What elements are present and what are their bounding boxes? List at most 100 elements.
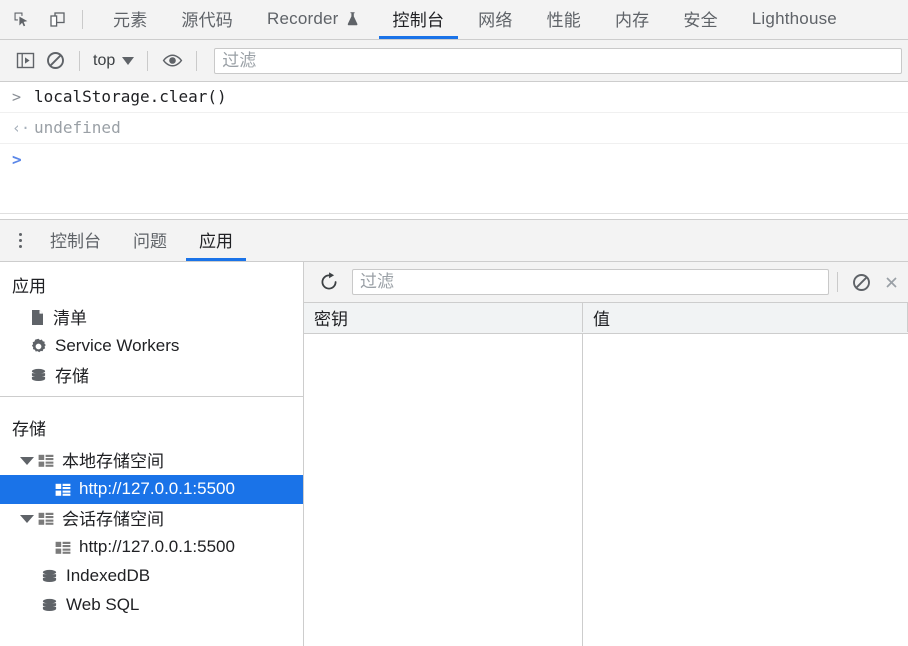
tab-sources[interactable]: 源代码 (164, 0, 250, 39)
storage-grid-icon (55, 483, 71, 497)
toolbar-divider (837, 272, 838, 292)
chevron-down-icon[interactable] (20, 456, 34, 465)
manifest-file-icon (30, 309, 45, 326)
sidebar-section-storage: 存储 本地存储空间 http://127.0.0.1:5500 会话存储空间 h… (0, 397, 303, 620)
sidebar-item-label: http://127.0.0.1:5500 (79, 536, 235, 556)
tab-label: 内存 (614, 11, 650, 30)
sidebar-item-label: 存储 (55, 367, 89, 386)
tab-label: 控制台 (392, 11, 445, 30)
console-message-list: > localStorage.clear() ‹· undefined > (0, 82, 908, 213)
storage-grid-icon (38, 454, 54, 468)
sidebar-item-local-storage-origin[interactable]: http://127.0.0.1:5500 (0, 475, 303, 504)
devtools-drawer: 控制台 问题 应用 应用 清单 Service Workers 存储 存储 本地… (0, 219, 908, 646)
sidebar-section-title: 应用 (12, 277, 46, 296)
devtools-window: 元素 源代码 Recorder 控制台 网络 性能 内存 安全 Lighthou… (0, 0, 908, 646)
toolbar-divider (147, 50, 149, 71)
tab-console[interactable]: 控制台 (376, 0, 462, 39)
console-filter-input[interactable] (214, 47, 902, 74)
chevron-down-icon (122, 56, 135, 65)
devtools-tabs: 元素 源代码 Recorder 控制台 网络 性能 内存 安全 Lighthou… (96, 0, 854, 39)
drawer-tabbar: 控制台 问题 应用 (0, 220, 908, 262)
storage-table: 密钥 值 (304, 302, 908, 646)
refresh-icon[interactable] (314, 267, 344, 297)
database-icon (30, 367, 47, 384)
drawer-tab-issues[interactable]: 问题 (117, 220, 183, 261)
sidebar-item-label: 清单 (53, 309, 87, 328)
execution-context-selector[interactable]: top (89, 52, 138, 70)
tab-label: 源代码 (181, 11, 234, 30)
console-message-text: undefined (34, 118, 121, 137)
console-sidebar-icon[interactable] (10, 46, 40, 76)
storage-panel: 密钥 值 (304, 262, 908, 646)
sidebar-item-label: http://127.0.0.1:5500 (79, 478, 235, 498)
sidebar-item-label: IndexedDB (66, 565, 151, 585)
sidebar-item-websql[interactable]: Web SQL (0, 591, 303, 620)
sidebar-item-storage[interactable]: 存储 (0, 361, 303, 390)
tab-elements[interactable]: 元素 (96, 0, 164, 39)
table-header-key[interactable]: 密钥 (304, 302, 583, 332)
tab-recorder[interactable]: Recorder (250, 0, 376, 39)
drawer-tab-console[interactable]: 控制台 (34, 220, 117, 261)
tab-label: 元素 (113, 11, 148, 30)
sidebar-item-service-workers[interactable]: Service Workers (0, 332, 303, 361)
sidebar-item-manifest[interactable]: 清单 (0, 303, 303, 332)
tab-label: 安全 (683, 11, 718, 30)
table-header-value[interactable]: 值 (583, 302, 908, 332)
sidebar-item-label: Web SQL (66, 594, 140, 614)
table-body[interactable] (304, 334, 908, 646)
chevron-down-icon[interactable] (20, 514, 34, 523)
drawer-content: 应用 清单 Service Workers 存储 存储 本地存储空间 http:… (0, 262, 908, 646)
database-icon (41, 568, 58, 585)
sidebar-item-label: 本地存储空间 (62, 452, 164, 471)
sidebar-item-session-storage[interactable]: 会话存储空间 (0, 504, 303, 533)
delete-selected-icon[interactable] (876, 267, 906, 297)
devtools-toolbar-icons (0, 0, 96, 39)
console-message-text: localStorage.clear() (34, 87, 227, 106)
more-tabs-icon[interactable] (0, 220, 34, 261)
execution-context-value: top (93, 51, 116, 69)
storage-filter-input[interactable] (352, 269, 829, 295)
table-column-value (583, 334, 908, 646)
sidebar-item-session-storage-origin[interactable]: http://127.0.0.1:5500 (0, 533, 303, 562)
inspect-element-icon[interactable] (8, 7, 34, 33)
sidebar-item-indexeddb[interactable]: IndexedDB (0, 562, 303, 591)
toolbar-divider (79, 50, 80, 71)
sidebar-item-label: Service Workers (55, 335, 180, 355)
console-toolbar: top (0, 40, 908, 82)
console-prompt-row[interactable]: > (0, 144, 908, 174)
devtools-main-tabbar: 元素 源代码 Recorder 控制台 网络 性能 内存 安全 Lighthou… (0, 0, 908, 40)
storage-grid-icon (38, 512, 54, 526)
console-message-input[interactable]: > localStorage.clear() (0, 82, 908, 113)
tab-memory[interactable]: 内存 (598, 0, 666, 39)
toolbar-divider (196, 50, 198, 71)
tab-performance[interactable]: 性能 (530, 0, 598, 39)
sidebar-item-local-storage[interactable]: 本地存储空间 (0, 446, 303, 475)
clear-all-icon[interactable] (846, 267, 876, 297)
tab-label: 性能 (546, 11, 581, 30)
device-toolbar-icon[interactable] (44, 7, 70, 33)
gear-icon (30, 338, 47, 355)
drawer-tab-label: 应用 (199, 232, 233, 251)
tab-label: Lighthouse (751, 8, 837, 28)
storage-toolbar (304, 262, 908, 303)
database-icon (41, 597, 58, 614)
live-expression-icon[interactable] (157, 46, 187, 76)
drawer-tab-application[interactable]: 应用 (183, 220, 249, 261)
prompt-arrow-icon: > (12, 150, 22, 169)
clear-console-icon[interactable] (40, 46, 70, 76)
table-column-key (304, 334, 583, 646)
tab-security[interactable]: 安全 (666, 0, 734, 39)
experimental-flask-icon (346, 11, 359, 26)
storage-grid-icon (55, 541, 71, 555)
tab-lighthouse[interactable]: Lighthouse (735, 0, 854, 39)
tab-network[interactable]: 网络 (461, 0, 529, 39)
output-arrow-icon: ‹· (12, 119, 31, 137)
table-header-row: 密钥 值 (304, 302, 908, 334)
console-message-output[interactable]: ‹· undefined (0, 113, 908, 144)
toolbar-divider (82, 10, 83, 29)
sidebar-section-title: 存储 (12, 420, 46, 439)
sidebar-section-application: 应用 清单 Service Workers 存储 (0, 262, 303, 397)
drawer-tab-label: 控制台 (50, 232, 101, 251)
application-sidebar: 应用 清单 Service Workers 存储 存储 本地存储空间 http:… (0, 262, 304, 646)
input-arrow-icon: > (12, 88, 22, 106)
